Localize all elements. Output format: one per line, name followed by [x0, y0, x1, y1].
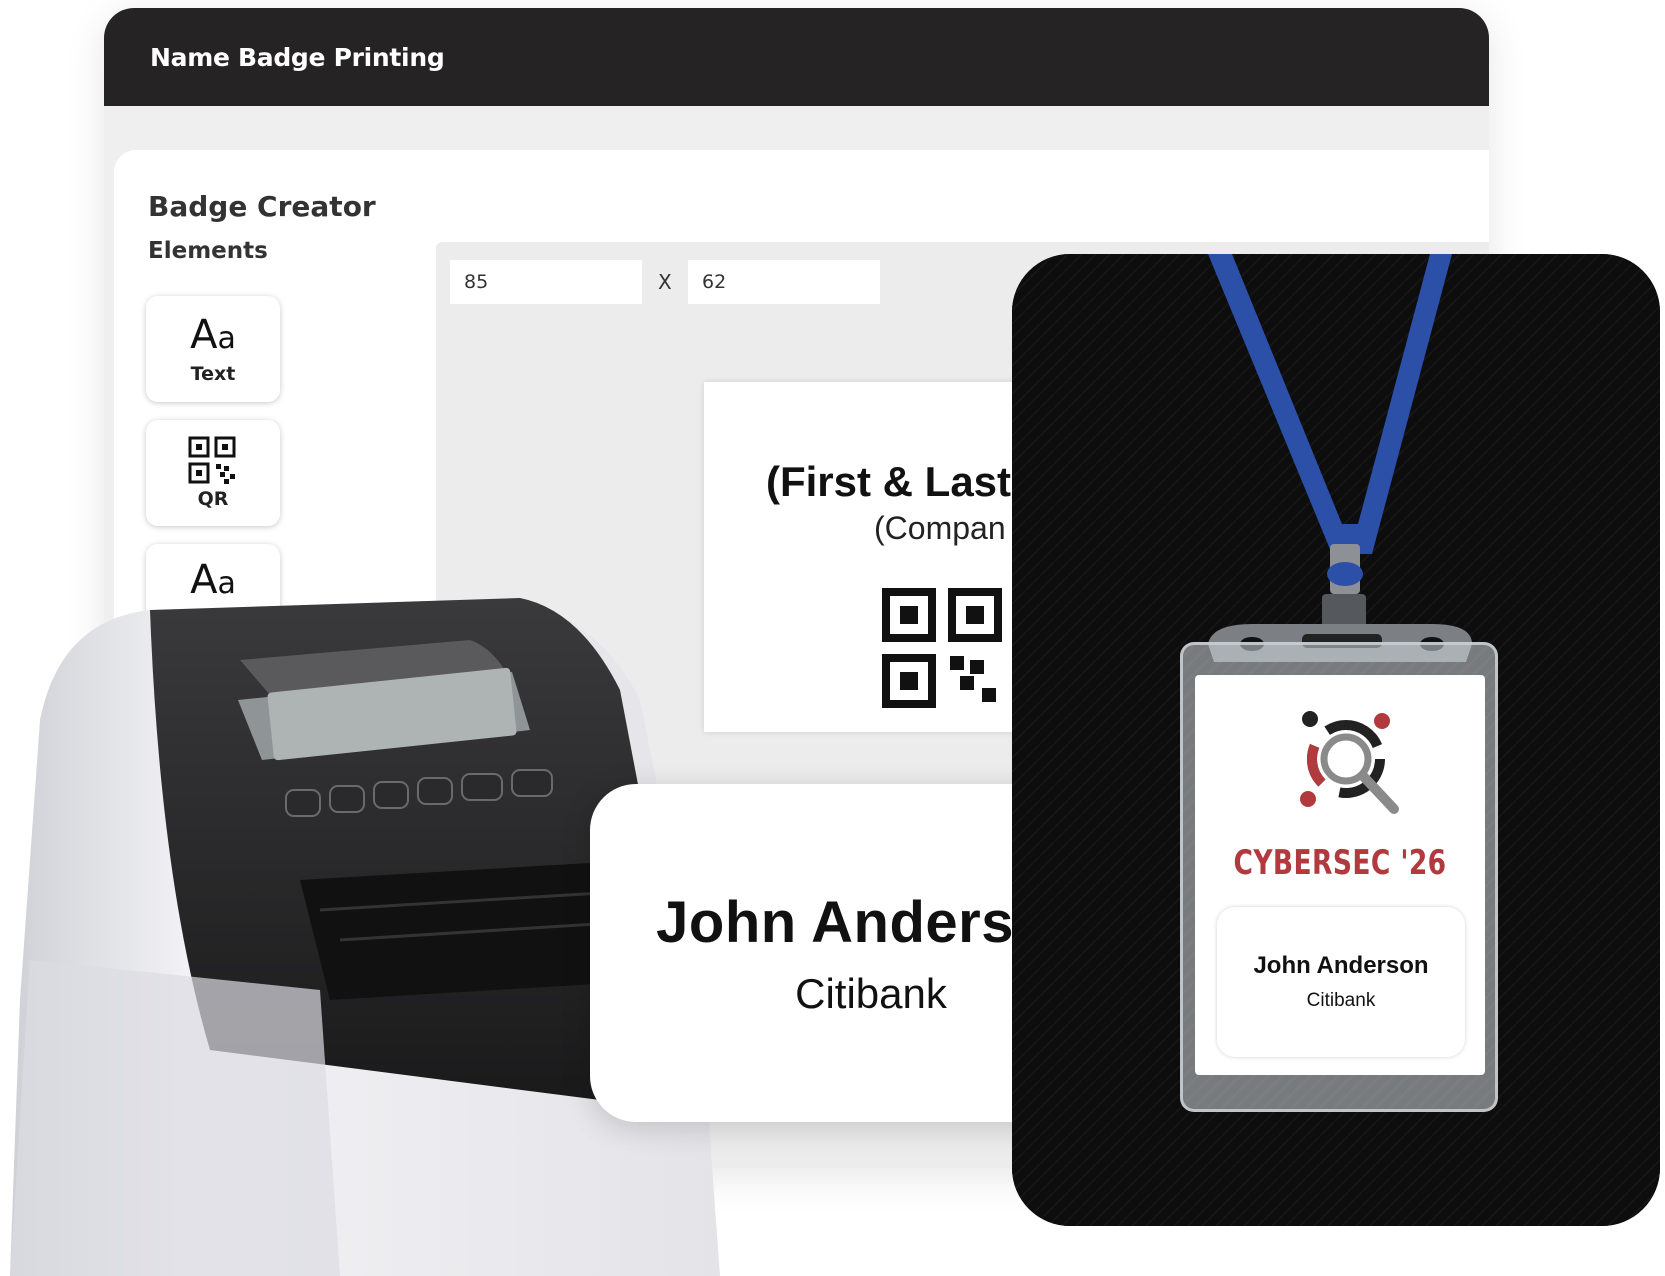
preview-qr-code[interactable]: [882, 588, 1002, 708]
panel-title: Badge Creator: [148, 190, 376, 223]
qr-element-label: QR: [197, 488, 229, 510]
dimension-separator: X: [658, 270, 672, 294]
text-element-button[interactable]: Aa Text: [146, 296, 280, 402]
event-badge: CYBERSEC '26 John Anderson Citibank: [1195, 675, 1485, 1075]
window-title: Name Badge Printing: [150, 42, 445, 72]
badge-height-input[interactable]: [688, 260, 880, 304]
attendee-label: John Anderson Citibank: [1217, 907, 1465, 1057]
event-title: CYBERSEC '26: [1233, 843, 1447, 883]
attendee-company: Citibank: [1306, 990, 1376, 1011]
text-element-label: Text: [190, 363, 236, 385]
elements-heading: Elements: [148, 238, 268, 264]
preview-name-field[interactable]: (First & Last: [766, 458, 1011, 506]
badge-attendee-company: Citibank: [795, 969, 947, 1017]
window-title-bar: Name Badge Printing: [104, 8, 1489, 106]
text-icon: Aa: [190, 312, 236, 358]
qr-code-icon: [188, 436, 236, 484]
badge-width-input[interactable]: [450, 260, 642, 304]
attendee-name: John Anderson: [1253, 952, 1429, 979]
qr-element-button[interactable]: QR: [146, 420, 280, 526]
preview-company-field[interactable]: (Compan: [874, 510, 1006, 547]
event-logo: [1300, 711, 1399, 814]
badge-holder: CYBERSEC '26 John Anderson Citibank: [1180, 642, 1498, 1112]
lanyard-photo: CYBERSEC '26 John Anderson Citibank: [1012, 254, 1660, 1226]
